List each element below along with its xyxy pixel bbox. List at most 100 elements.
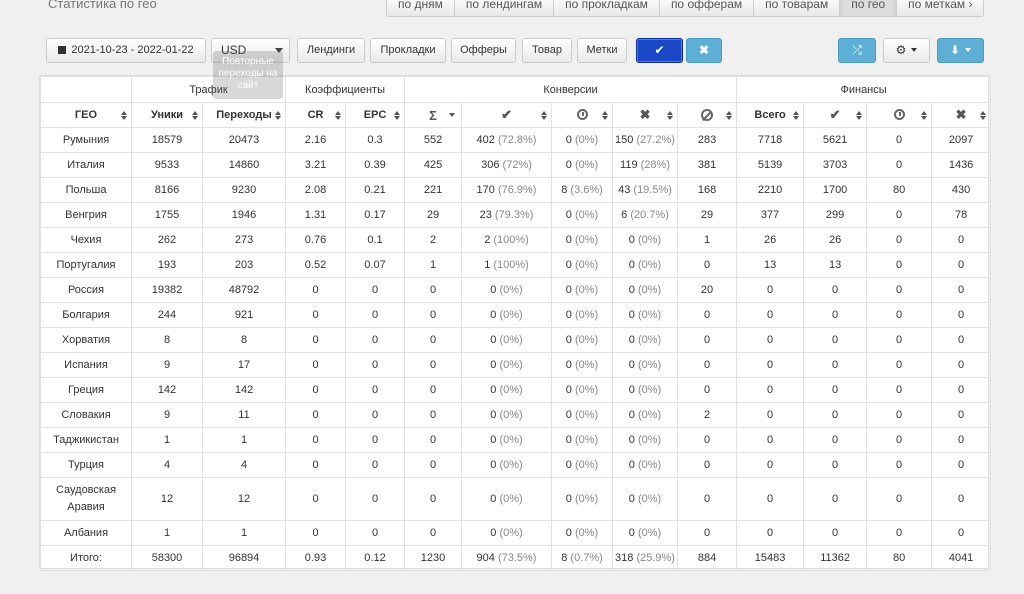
cell-geo: Венгрия <box>40 202 132 228</box>
filter-offers-button[interactable]: Офферы <box>451 38 516 63</box>
table-row: Румыния 18579 20473 2.16 0.3 552 402 (72.8%) 0 … <box>40 127 992 153</box>
cell-fin-approved: 0 <box>803 427 868 453</box>
sort-icon <box>275 111 282 120</box>
reset-filters-button[interactable]: ✖ <box>686 38 722 63</box>
tab-by-tags[interactable]: по меткам › <box>897 0 984 16</box>
col-header-fin-rejected[interactable]: ✖ <box>931 102 992 128</box>
cell-uniques: 9 <box>131 402 203 428</box>
cell-fin-total: 0 <box>736 477 805 521</box>
tab-by-geo[interactable]: по гео <box>840 0 898 16</box>
cell-approved: 170 (76.9%) <box>461 177 553 203</box>
cell-trash: 0 <box>677 352 738 378</box>
cell-epc: 0.12 <box>345 545 406 571</box>
cell-uniques: 244 <box>131 302 203 328</box>
cell-fin-approved: 3703 <box>803 152 868 178</box>
table-row: Словакия 9 11 0 0 0 0 (0%) 0 (0%) 0 (0%) 2 0 0 0 0 <box>40 402 992 428</box>
cell-cr: 0 <box>285 427 347 453</box>
filter-tags-button[interactable]: Метки <box>577 38 627 63</box>
cell-geo: Чехия <box>40 227 132 253</box>
filter-product-button[interactable]: Товар <box>522 38 572 63</box>
tab-by-landings[interactable]: по лендингам <box>454 0 555 16</box>
sort-icon <box>980 111 987 120</box>
tab-by-prelandings[interactable]: по прокладкам <box>554 0 660 16</box>
cell-sum: 0 <box>404 327 463 353</box>
tab-by-offers[interactable]: по офферам <box>659 0 755 16</box>
cell-geo: Албания <box>40 520 132 546</box>
filter-landings-button[interactable]: Лендинги <box>297 38 365 63</box>
cell-hold: 0 (0%) <box>551 202 614 228</box>
cell-clicks: 8 <box>201 327 287 353</box>
table-row: Польша 8166 9230 2.08 0.21 221 170 (76.9%) 8 (3… <box>40 177 992 203</box>
cell-clicks: 9230 <box>201 177 287 203</box>
cell-clicks: 921 <box>201 302 287 328</box>
totals-label: Итого: <box>40 545 132 571</box>
col-header-epc[interactable]: EPC <box>345 102 406 128</box>
cell-fin-hold: 80 <box>866 545 933 571</box>
cell-epc: 0 <box>345 277 406 303</box>
cell-cr: 0 <box>285 520 347 546</box>
export-dropdown-button[interactable]: ⬇ <box>937 38 984 63</box>
date-range-picker[interactable]: 2021-10-23 - 2022-01-22 <box>46 38 206 63</box>
cell-trash: 0 <box>677 452 738 478</box>
cell-fin-rejected: 4041 <box>931 545 992 571</box>
shuffle-icon: ⤮ <box>852 43 862 57</box>
col-header-fin-approved[interactable]: ✔ <box>803 102 868 128</box>
cell-sum: 0 <box>404 402 463 428</box>
cell-geo: Италия <box>40 152 132 178</box>
cell-approved: 904 (73.5%) <box>461 545 553 571</box>
filter-prelandings-button[interactable]: Прокладки <box>370 38 446 63</box>
col-header-cr[interactable]: CR <box>285 102 347 128</box>
col-header-trash[interactable] <box>677 102 738 128</box>
apply-filters-button[interactable]: ✔ <box>636 38 683 63</box>
tab-by-products[interactable]: по товарам <box>754 0 841 16</box>
cell-sum: 1230 <box>404 545 463 571</box>
cell-geo: Испания <box>40 352 132 378</box>
cell-epc: 0 <box>345 477 406 521</box>
tab-by-days[interactable]: по дням <box>387 0 455 16</box>
col-header-clicks[interactable]: Переходы <box>201 102 287 128</box>
cell-trash: 884 <box>677 545 738 571</box>
cell-fin-total: 377 <box>736 202 805 228</box>
cell-fin-rejected: 0 <box>931 402 992 428</box>
cell-hold: 0 (0%) <box>551 402 614 428</box>
col-header-fin-total[interactable]: Всего <box>736 102 805 128</box>
cell-fin-hold: 0 <box>866 352 933 378</box>
cell-clicks: 14860 <box>201 152 287 178</box>
shuffle-button[interactable]: ⤮ <box>838 38 876 63</box>
cell-rejected: 43 (19.5%) <box>612 177 679 203</box>
table-row: Испания 9 17 0 0 0 0 (0%) 0 (0%) 0 (0%) 0 0 0 0 0 <box>40 352 992 378</box>
cell-geo: Португалия <box>40 252 132 278</box>
close-icon: ✖ <box>698 43 710 57</box>
cell-fin-rejected: 0 <box>931 352 992 378</box>
col-header-uniques[interactable]: Уники <box>131 102 203 128</box>
cell-fin-hold: 0 <box>866 127 933 153</box>
cell-approved: 0 (0%) <box>461 427 553 453</box>
sort-icon <box>602 111 609 120</box>
check-icon: ✔ <box>829 107 841 122</box>
cell-fin-rejected: 430 <box>931 177 992 203</box>
col-header-rejected[interactable]: ✖ <box>612 102 679 128</box>
col-header-approved[interactable]: ✔ <box>461 102 553 128</box>
cell-geo: Польша <box>40 177 132 203</box>
settings-dropdown-button[interactable]: ⚙ <box>883 38 930 63</box>
col-header-fin-hold[interactable] <box>866 102 933 128</box>
cell-clicks: 48792 <box>201 277 287 303</box>
cell-fin-hold: 0 <box>866 252 933 278</box>
col-header-sum[interactable]: Σ <box>404 102 463 128</box>
chevron-down-icon <box>911 48 918 52</box>
cell-hold: 0 (0%) <box>551 277 614 303</box>
cell-cr: 0 <box>285 377 347 403</box>
cell-epc: 0 <box>345 327 406 353</box>
col-header-hold[interactable] <box>551 102 614 128</box>
cell-sum: 425 <box>404 152 463 178</box>
cell-fin-hold: 0 <box>866 402 933 428</box>
cell-fin-total: 15483 <box>736 545 805 571</box>
cell-geo: Саудовская Аравия <box>40 477 132 521</box>
cell-rejected: 0 (0%) <box>612 452 679 478</box>
cell-approved: 0 (0%) <box>461 477 553 521</box>
cell-fin-approved: 26 <box>803 227 868 253</box>
cell-trash: 0 <box>677 302 738 328</box>
col-header-geo[interactable]: ГЕО <box>40 102 132 128</box>
cell-uniques: 1 <box>131 427 203 453</box>
cell-uniques: 9 <box>131 352 203 378</box>
